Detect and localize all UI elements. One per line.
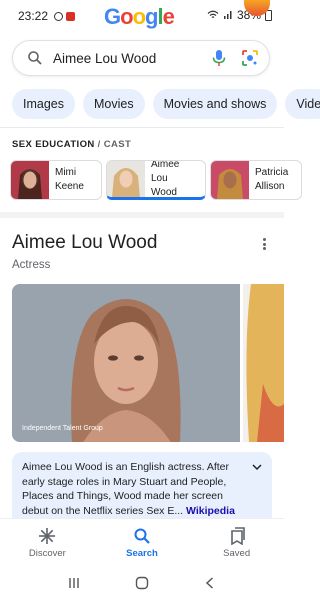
app-notification-icon — [66, 11, 76, 21]
signal-icon — [223, 11, 232, 19]
entity-photo-secondary[interactable] — [243, 284, 284, 442]
home-icon[interactable] — [135, 576, 149, 590]
portrait-image-secondary — [243, 284, 284, 442]
filter-chips: Images Movies Movies and shows Vide — [12, 89, 320, 119]
doodle-letter: g — [145, 4, 158, 29]
nav-saved-label: Saved — [223, 547, 251, 559]
cast-first-name: Mimi — [55, 167, 77, 178]
cast-card-aimee-lou-wood[interactable]: Aimee Lou Wood — [106, 160, 206, 200]
cast-photo — [211, 161, 249, 199]
cast-name: Patricia Allison — [249, 166, 301, 194]
nav-search[interactable]: Search — [107, 527, 177, 559]
nav-saved[interactable]: Saved — [202, 526, 272, 559]
search-icon — [134, 528, 150, 544]
saved-collections-icon — [230, 526, 245, 545]
notification-icons — [54, 11, 76, 21]
cast-header-title: SEX EDUCATION — [12, 139, 95, 150]
chip-movies-and-shows[interactable]: Movies and shows — [152, 89, 278, 119]
cast-header: SEX EDUCATION / CAST — [12, 139, 131, 150]
chevron-down-icon[interactable] — [252, 462, 262, 472]
doodle-letter: o — [120, 4, 133, 29]
cast-last-name: Keene — [55, 181, 84, 192]
chip-images[interactable]: Images — [12, 89, 75, 119]
section-divider — [0, 212, 284, 218]
entity-title: Aimee Lou Wood — [12, 232, 158, 253]
search-input[interactable]: Aimee Lou Wood — [53, 51, 211, 66]
portrait-image — [12, 284, 240, 442]
discover-asterisk-icon — [39, 527, 56, 544]
google-doodle-logo[interactable]: G o o g l e — [104, 4, 175, 30]
wikipedia-link[interactable]: Wikipedia — [186, 505, 235, 517]
recent-apps-icon[interactable] — [67, 576, 81, 590]
cast-carousel: Mimi Keene Aimee Lou Wood Patricia Allison — [10, 160, 302, 200]
more-options-icon[interactable] — [258, 236, 270, 252]
entity-photo-main[interactable]: Independent Talent Group — [12, 284, 240, 442]
wifi-icon — [207, 10, 219, 18]
chip-videos[interactable]: Vide — [285, 89, 320, 119]
nav-discover-label: Discover — [28, 547, 66, 559]
circle-icon — [54, 11, 64, 21]
entity-subtitle: Actress — [12, 259, 51, 271]
cast-card-patricia-allison[interactable]: Patricia Allison — [210, 160, 302, 200]
bottom-navigation: Discover Search Saved — [0, 518, 284, 566]
cast-photo — [11, 161, 49, 199]
system-navigation-bar — [0, 566, 284, 600]
divider — [0, 127, 284, 128]
cast-name: Mimi Keene — [49, 166, 101, 194]
cast-header-suffix: / CAST — [94, 139, 132, 150]
status-time: 23:22 — [18, 9, 49, 23]
cast-first-name: Patricia — [255, 167, 289, 178]
back-icon[interactable] — [203, 576, 217, 590]
cast-card-mimi-keene[interactable]: Mimi Keene — [10, 160, 102, 200]
search-bar[interactable]: Aimee Lou Wood — [12, 40, 270, 76]
cast-first-name: Aimee Lou — [151, 160, 180, 184]
nav-search-label: Search — [126, 547, 158, 559]
chip-movies[interactable]: Movies — [83, 89, 145, 119]
doodle-letter: G — [104, 4, 121, 29]
doodle-letter: o — [132, 4, 146, 29]
cast-last-name: Wood — [151, 187, 177, 198]
photo-credit: Independent Talent Group — [22, 425, 103, 432]
cast-photo — [107, 161, 145, 197]
google-lens-icon[interactable] — [241, 49, 259, 67]
cast-last-name: Allison — [255, 181, 285, 192]
nav-discover[interactable]: Discover — [12, 527, 82, 559]
search-icon — [28, 51, 42, 65]
microphone-icon[interactable] — [211, 49, 227, 67]
doodle-letter: e — [162, 4, 175, 29]
cast-name: Aimee Lou Wood — [145, 160, 205, 198]
